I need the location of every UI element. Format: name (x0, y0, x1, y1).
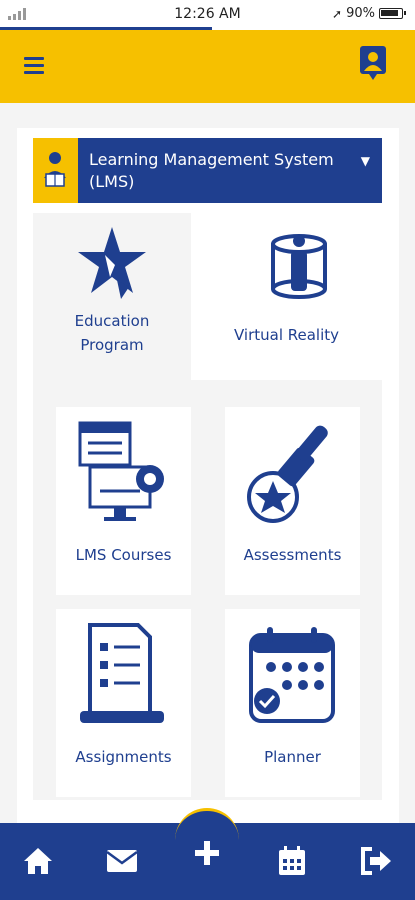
logout-icon[interactable] (356, 841, 396, 881)
home-icon[interactable] (18, 841, 58, 881)
document-laptop-icon (80, 623, 164, 723)
tile-label: Assessments (243, 546, 342, 564)
status-right: ➚ 90% (332, 6, 406, 21)
tile-assessments[interactable]: Assessments (225, 407, 360, 595)
star-education-icon (78, 227, 146, 299)
student-avatar-icon (44, 152, 66, 187)
tile-education-program[interactable]: Education Program (33, 213, 191, 380)
plus-icon[interactable] (175, 808, 239, 900)
lms-selector-label: Learning Management System (LMS) (89, 150, 334, 191)
tile-label: Planner (264, 748, 321, 766)
tile-label: Virtual Reality (233, 326, 340, 344)
tile-label: Assignments (75, 748, 172, 766)
status-bar: 12:26 AM ➚ 90% (0, 0, 415, 28)
battery-icon (379, 8, 406, 19)
app-header (0, 30, 415, 103)
lms-selector-dropdown[interactable]: Learning Management System (LMS) ▼ (33, 138, 382, 203)
tile-lms-courses[interactable]: LMS Courses (56, 407, 191, 595)
stamp-star-icon (247, 425, 328, 523)
calendar-check-icon (249, 627, 335, 723)
location-icon: ➚ (332, 6, 343, 21)
calendar-icon[interactable] (272, 841, 312, 881)
tile-assignments[interactable]: Assignments (56, 609, 191, 797)
battery-percent: 90% (346, 6, 375, 21)
computer-gear-icon (78, 421, 164, 521)
hamburger-menu-icon[interactable] (24, 54, 46, 76)
tile-label: LMS Courses (75, 546, 172, 564)
vr-person-icon (271, 234, 327, 299)
tile-virtual-reality[interactable]: Virtual Reality (191, 213, 382, 380)
tile-label: Education Program (74, 312, 150, 354)
user-badge-icon[interactable] (359, 45, 387, 83)
mail-icon[interactable] (102, 841, 142, 881)
dropdown-icon-box (33, 138, 78, 203)
chevron-down-icon: ▼ (360, 154, 370, 168)
tile-planner[interactable]: Planner (225, 609, 360, 797)
